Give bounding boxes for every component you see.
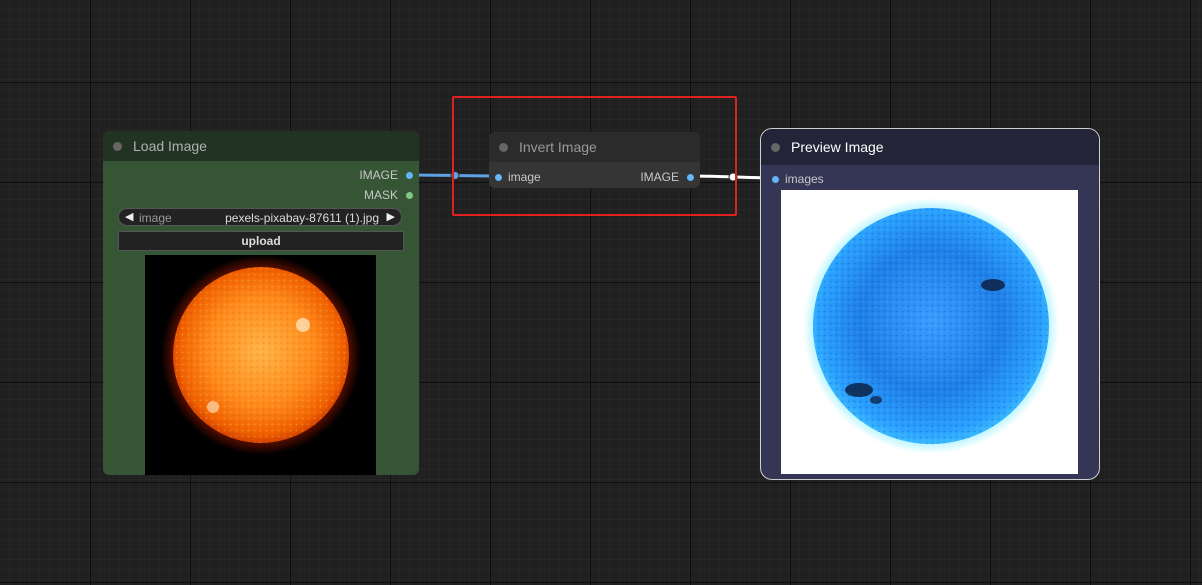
mask-slot-dot-icon[interactable] — [406, 191, 413, 199]
slot-label: MASK — [363, 188, 398, 202]
image-slot-dot-icon[interactable] — [406, 171, 413, 179]
triangle-right-icon[interactable]: ▶ — [387, 210, 395, 223]
slot-label: IMAGE — [640, 170, 679, 184]
inverted-sun-image — [781, 190, 1078, 474]
triangle-left-icon[interactable]: ◀ — [125, 210, 133, 223]
image-slot-dot-icon[interactable] — [495, 173, 502, 181]
invert-image-node[interactable]: Invert Image image IMAGE — [489, 132, 700, 188]
input-slot-images[interactable]: images — [772, 172, 824, 186]
orange-sun-image — [145, 255, 376, 475]
combo-value: pexels-pixabay-87611 (1).jpg — [225, 211, 379, 225]
preview-image-title-bar[interactable]: Preview Image — [761, 129, 1099, 165]
node-title: Invert Image — [519, 139, 597, 155]
image-combo-widget[interactable]: ◀ image pexels-pixabay-87611 (1).jpg ▶ — [118, 208, 402, 226]
circle-dot-icon[interactable] — [771, 142, 780, 152]
output-slot-image[interactable]: IMAGE — [359, 168, 413, 182]
invert-image-title-bar[interactable]: Invert Image — [489, 132, 700, 162]
slot-label: images — [785, 172, 824, 186]
preview-image-node[interactable]: Preview Image images — [760, 128, 1100, 480]
slot-label: image — [508, 170, 541, 184]
loaded-image-thumbnail — [145, 255, 376, 475]
image-slot-dot-icon[interactable] — [687, 173, 694, 181]
circle-dot-icon[interactable] — [113, 141, 122, 151]
slot-label: IMAGE — [359, 168, 398, 182]
node-title: Load Image — [133, 138, 207, 154]
image-slot-dot-icon[interactable] — [772, 175, 779, 183]
output-slot-mask[interactable]: MASK — [364, 188, 413, 202]
node-title: Preview Image — [791, 139, 884, 155]
load-image-title-bar[interactable]: Load Image — [103, 131, 419, 161]
preview-output-image — [781, 190, 1078, 474]
upload-button[interactable]: upload — [118, 231, 404, 251]
combo-label: image — [139, 211, 172, 225]
load-image-node[interactable]: Load Image IMAGE MASK ◀ image pexels-pix… — [103, 131, 419, 475]
circle-dot-icon[interactable] — [499, 142, 508, 152]
output-slot-image[interactable]: IMAGE — [640, 170, 694, 184]
input-slot-image[interactable]: image — [495, 170, 541, 184]
